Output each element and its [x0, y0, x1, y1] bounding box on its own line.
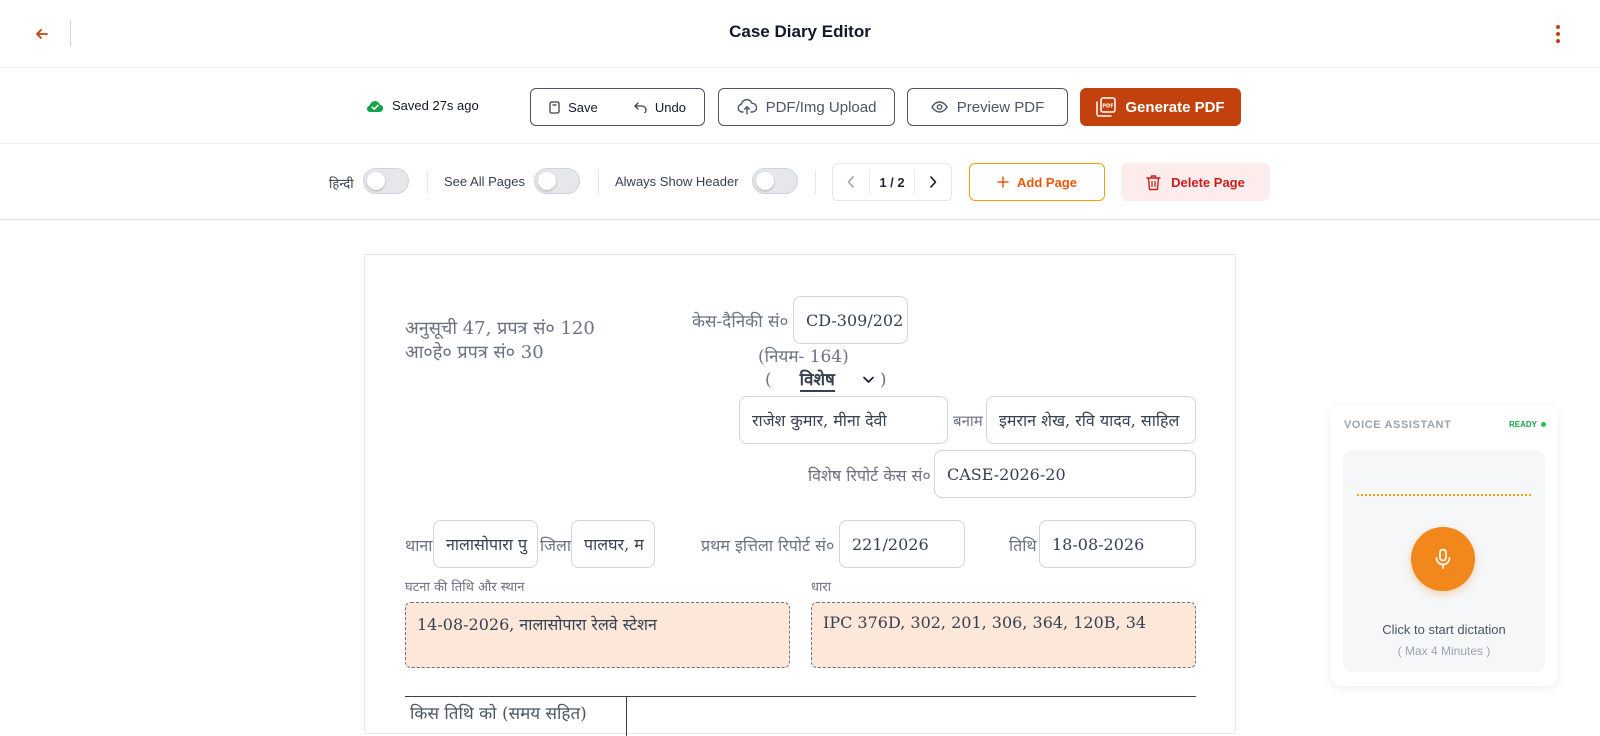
- start-dictation-button[interactable]: [1411, 527, 1475, 591]
- special-report-field[interactable]: CASE-2026-20: [934, 450, 1196, 498]
- dictation-area: Click to start dictation ( Max 4 Minutes…: [1343, 450, 1545, 672]
- table-header-date: किस तिथि को (समय सहित): [410, 704, 587, 724]
- case-type-select[interactable]: विशेष: [799, 367, 835, 392]
- save-icon: [549, 100, 560, 114]
- delete-page-button[interactable]: Delete Page: [1121, 163, 1270, 201]
- save-undo-group: Save Undo: [530, 88, 705, 126]
- page-title: Case Diary Editor: [729, 22, 871, 41]
- voice-assistant-title: VOICE ASSISTANT: [1344, 419, 1452, 431]
- schedule-line-1: अनुसूची 47, प्रपत्र सं० 120: [405, 318, 595, 339]
- page-indicator: 1 / 2: [869, 170, 915, 194]
- section-label: धारा: [811, 580, 832, 595]
- cloud-check-icon: [367, 100, 383, 112]
- case-type-select-wrap: ( विशेष ): [765, 367, 887, 392]
- save-label: Save: [568, 99, 598, 115]
- date-label: तिथि: [1009, 536, 1037, 555]
- district-label: जिला: [540, 536, 572, 555]
- divider: [598, 170, 599, 194]
- always-show-header-label: Always Show Header: [615, 174, 739, 189]
- schedule-line-2: आ०हे० प्रपत्र सं० 30: [405, 342, 544, 363]
- chevron-down-icon[interactable]: [863, 376, 874, 384]
- dictation-limit: ( Max 4 Minutes ): [1397, 644, 1491, 658]
- paren-open: (: [765, 369, 772, 390]
- ready-status-text: READY: [1508, 420, 1537, 429]
- upload-button[interactable]: PDF/Img Upload: [718, 88, 895, 126]
- fir-number-field[interactable]: 221/2026: [839, 520, 965, 568]
- svg-text:PDF: PDF: [1103, 104, 1114, 110]
- kebab-dot-icon: [1556, 32, 1560, 36]
- always-show-header-toggle[interactable]: [752, 168, 798, 194]
- accused-field[interactable]: इमरान शेख, रवि यादव, साहिल: [986, 396, 1196, 444]
- district-field[interactable]: पालघर, म: [571, 520, 655, 568]
- save-status-text: Saved 27s ago: [392, 98, 479, 113]
- cloud-upload-icon: [737, 99, 757, 115]
- add-page-button[interactable]: Add Page: [969, 163, 1105, 201]
- dictation-cta: Click to start dictation: [1382, 622, 1506, 637]
- incident-textarea[interactable]: 14-08-2026, नालासोपारा रेलवे स्टेशन: [405, 602, 790, 668]
- case-diary-label: केस-दैनिकी सं०: [692, 312, 789, 332]
- top-bar: Case Diary Editor: [0, 0, 1600, 68]
- upload-label: PDF/Img Upload: [765, 98, 877, 116]
- undo-icon: [633, 101, 647, 113]
- voice-assistant-panel: VOICE ASSISTANT READY Click to start dic…: [1330, 406, 1558, 686]
- section-textarea[interactable]: IPC 376D, 302, 201, 306, 364, 120B, 34: [811, 602, 1196, 668]
- next-page-button[interactable]: [915, 164, 951, 200]
- divider: [427, 170, 428, 194]
- more-menu-button[interactable]: [1546, 20, 1570, 48]
- chevron-right-icon: [930, 176, 937, 188]
- thana-field[interactable]: नालासोपारा पु: [433, 520, 538, 568]
- chevron-left-icon: [847, 176, 854, 188]
- rule-text: (नियम- 164): [758, 347, 849, 367]
- complainant-field[interactable]: राजेश कुमार, मीना देवी: [739, 396, 948, 444]
- eye-icon: [930, 101, 948, 113]
- preview-label: Preview PDF: [956, 98, 1045, 116]
- see-all-pages-toggle[interactable]: [534, 168, 580, 194]
- special-report-label: विशेष रिपोर्ट केस सं०: [808, 466, 931, 485]
- generate-pdf-button[interactable]: PDF Generate PDF: [1080, 88, 1241, 126]
- microphone-icon: [1435, 548, 1451, 569]
- generate-label: Generate PDF: [1125, 98, 1225, 116]
- versus-label: बनाम: [953, 412, 983, 430]
- fir-label: प्रथम इत्तिला रिपोर्ट सं०: [701, 536, 835, 555]
- page-navigator: 1 / 2: [832, 163, 952, 201]
- action-toolbar: Saved 27s ago Save Undo PDF/Img Upload P…: [0, 68, 1600, 144]
- preview-pdf-button[interactable]: Preview PDF: [907, 88, 1068, 126]
- kebab-dot-icon: [1556, 39, 1560, 43]
- date-field[interactable]: 18-08-2026: [1039, 520, 1196, 568]
- thana-label: थाना: [405, 536, 433, 555]
- kebab-dot-icon: [1556, 25, 1560, 29]
- status-dot-icon: [1541, 422, 1546, 427]
- prev-page-button[interactable]: [833, 164, 869, 200]
- undo-button[interactable]: Undo: [633, 99, 686, 115]
- ready-status: READY: [1509, 420, 1546, 429]
- delete-page-label: Delete Page: [1171, 174, 1245, 190]
- paren-close: ): [879, 369, 887, 390]
- hindi-label: हिन्दी: [329, 176, 354, 191]
- plus-icon: [997, 176, 1009, 188]
- trash-icon: [1146, 174, 1161, 190]
- document-page: अनुसूची 47, प्रपत्र सं० 120 आ०हे० प्रपत्…: [364, 254, 1236, 736]
- pdf-file-icon: PDF: [1096, 97, 1117, 117]
- save-button[interactable]: Save: [549, 100, 598, 115]
- save-status: Saved 27s ago: [366, 98, 479, 113]
- see-all-pages-label: See All Pages: [444, 174, 525, 189]
- case-diary-number-field[interactable]: CD-309/202: [793, 296, 908, 344]
- waveform: [1357, 494, 1531, 496]
- add-page-label: Add Page: [1017, 174, 1077, 190]
- undo-label: Undo: [654, 99, 686, 115]
- incident-label: घटना की तिथि और स्थान: [405, 580, 525, 595]
- page-options-bar: हिन्दी See All Pages Always Show Header …: [0, 144, 1600, 220]
- hindi-toggle[interactable]: [363, 168, 409, 194]
- table-column-divider: [626, 696, 627, 736]
- divider: [815, 170, 816, 194]
